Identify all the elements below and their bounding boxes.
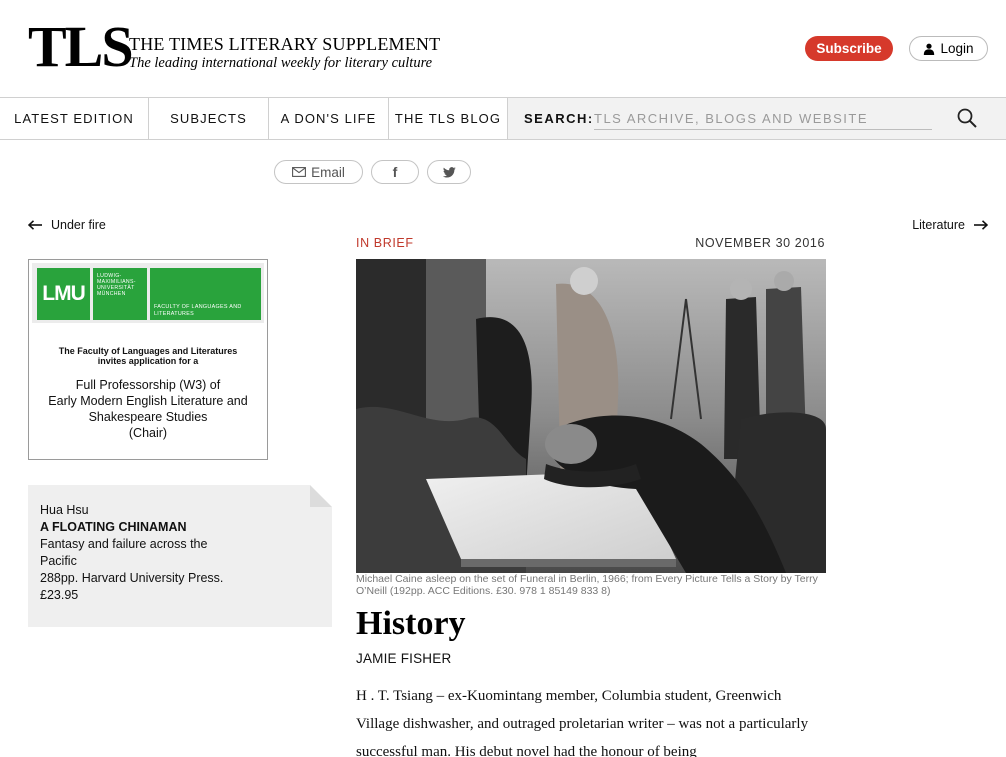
- ad-position-line: Full Professorship (W3) of: [75, 378, 221, 392]
- article-category[interactable]: IN BRIEF: [356, 236, 414, 250]
- email-label: Email: [311, 164, 345, 180]
- book-info-card: Hua Hsu A FLOATING CHINAMAN Fantasy and …: [28, 485, 332, 627]
- arrow-right-icon: [974, 220, 988, 230]
- envelope-icon: [292, 167, 307, 177]
- faculty-badge: FACULTY OF LANGUAGES AND LITERATURES: [150, 268, 261, 320]
- book-author: Hua Hsu: [40, 503, 89, 517]
- book-title: A FLOATING CHINAMAN: [40, 520, 187, 534]
- photo-caption: Michael Caine asleep on the set of Funer…: [356, 573, 818, 597]
- nav-item-latest-edition[interactable]: LATEST EDITION: [0, 98, 149, 139]
- search-label: SEARCH:: [524, 111, 594, 126]
- login-label: Login: [940, 41, 974, 56]
- facebook-share-button[interactable]: f: [371, 160, 419, 184]
- tls-logo[interactable]: TLS: [28, 18, 134, 76]
- site-tagline: The leading international weekly for lit…: [129, 55, 433, 71]
- ad-position-line: (Chair): [128, 426, 168, 440]
- ad-position-line: Shakespeare Studies: [88, 410, 208, 424]
- book-subtitle: Fantasy and failure across the Pacific: [40, 537, 208, 568]
- search-button[interactable]: [956, 107, 978, 129]
- twitter-icon: [442, 166, 456, 177]
- article-photo: [356, 259, 826, 573]
- previous-article-link[interactable]: Under fire: [28, 218, 106, 232]
- job-advertisement[interactable]: LMU LUDWIG-MAXIMILIANS-UNIVERSITÄT MÜNCH…: [28, 259, 268, 460]
- article-body: H . T. Tsiang – ex-Kuomintang member, Co…: [356, 688, 809, 757]
- ad-position: Full Professorship (W3) of Early Modern …: [29, 377, 267, 441]
- ad-logo-band: LMU LUDWIG-MAXIMILIANS-UNIVERSITÄT MÜNCH…: [32, 263, 264, 323]
- nav-item-dons-life[interactable]: A DON'S LIFE: [269, 98, 389, 139]
- masthead: THE TIMES LITERARY SUPPLEMENT The leadin…: [129, 34, 440, 72]
- article-author[interactable]: JAMIE FISHER: [356, 651, 451, 666]
- article-headline: History: [356, 605, 466, 642]
- article-date: NOVEMBER 30 2016: [695, 236, 825, 250]
- ad-intro-line: The Faculty of Languages and Literatures: [58, 346, 238, 356]
- user-icon: [924, 43, 935, 55]
- ad-position-line: Early Modern English Literature and: [48, 394, 248, 408]
- page-fold: [310, 485, 332, 507]
- subscribe-button[interactable]: Subscribe: [805, 36, 893, 61]
- search-icon: [957, 108, 977, 128]
- book-price: £23.95: [40, 588, 79, 602]
- lmu-logo: LMU: [37, 268, 90, 320]
- next-article-label: Literature: [912, 218, 965, 232]
- arrow-left-icon: [28, 220, 42, 230]
- main-nav: LATEST EDITION SUBJECTS A DON'S LIFE THE…: [0, 97, 1006, 140]
- book-details: 288pp. Harvard University Press.: [40, 571, 224, 585]
- site-title: THE TIMES LITERARY SUPPLEMENT: [129, 34, 441, 54]
- ad-intro: The Faculty of Languages and Literatures…: [29, 346, 267, 366]
- ad-intro-line: invites application for a: [97, 356, 199, 366]
- photo-illustration: [356, 259, 826, 573]
- university-name: LUDWIG-MAXIMILIANS-UNIVERSITÄT MÜNCHEN: [93, 268, 147, 320]
- facebook-icon: f: [392, 164, 398, 180]
- previous-article-label: Under fire: [51, 218, 106, 232]
- search-bar: SEARCH:: [508, 98, 1006, 139]
- nav-item-subjects[interactable]: SUBJECTS: [149, 98, 269, 139]
- login-button[interactable]: Login: [909, 36, 988, 61]
- next-article-link[interactable]: Literature: [912, 218, 988, 232]
- search-input[interactable]: [594, 108, 932, 130]
- twitter-share-button[interactable]: [427, 160, 471, 184]
- nav-item-tls-blog[interactable]: THE TLS BLOG: [389, 98, 508, 139]
- email-share-button[interactable]: Email: [274, 160, 363, 184]
